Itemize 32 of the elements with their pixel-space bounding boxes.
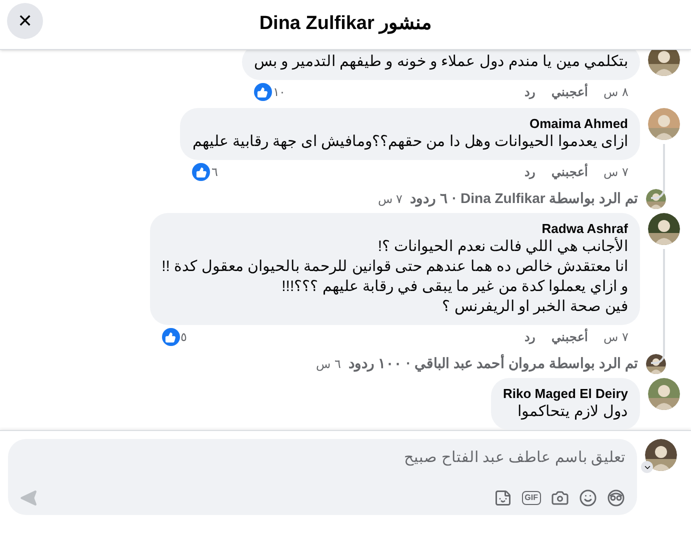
- like-link[interactable]: أعجبني: [552, 163, 588, 181]
- replies-age: ٦ س: [316, 356, 340, 372]
- replies-link[interactable]: تم الرد بواسطة Dina Zulfikar · ٦ ردود: [410, 188, 638, 209]
- camera-icon[interactable]: [551, 489, 569, 507]
- comment-text: بتكلمي مين يا مندم دول عملاء و خونه و طيفهم التدمير و بس: [254, 52, 628, 72]
- emoji-icon[interactable]: [579, 489, 597, 507]
- reply-link[interactable]: رد: [524, 328, 536, 346]
- comment-text: و ازاي يعملوا كدة من غير ما يبقى في رقابة عليهم ؟؟؟!!!: [280, 277, 628, 297]
- gif-button[interactable]: GIF: [522, 491, 541, 505]
- reply-link[interactable]: رد: [524, 163, 536, 181]
- comment-author[interactable]: Omaima Ahmed: [192, 116, 628, 132]
- like-link[interactable]: أعجبني: [552, 83, 588, 101]
- avatar-face-icon[interactable]: [607, 489, 625, 507]
- comment-text: فين صحة الخبر او الريفرنس ؟: [441, 297, 628, 317]
- replies-link[interactable]: تم الرد بواسطة مروان أحمد عبد الباقي · ١٠٠ ردود: [348, 353, 638, 374]
- window-title: منشور Dina Zulfikar: [259, 12, 432, 36]
- replies-age: ٧ س: [378, 190, 402, 208]
- comment-time[interactable]: ٧ س: [604, 163, 628, 181]
- comment-time[interactable]: ٧ س: [604, 328, 628, 346]
- comment-text: ازاى يعدموا الحيوانات وهل دا من حقهم؟؟ومافيش اى جهة رقابية عليهم: [192, 132, 628, 152]
- comment-text: انا معتقدش خالص ده هما عندهم حتى قوانين للرحمة بالحيوان معقول كدة !!: [162, 257, 628, 277]
- like-link[interactable]: أعجبني: [552, 328, 588, 346]
- close-button[interactable]: ✕: [7, 3, 43, 39]
- reply-link[interactable]: رد: [524, 83, 536, 101]
- comment-text: دول لازم يتحاكموا: [516, 402, 628, 422]
- chevron-badge-icon[interactable]: [641, 461, 653, 473]
- comment-author[interactable]: Radwa Ashraf: [162, 221, 628, 237]
- thread-line: [651, 144, 665, 199]
- comment-text: الأجانب هي اللي فالت نعدم الحيوانات ؟!: [376, 237, 628, 257]
- comment-time[interactable]: ٨ س: [604, 83, 628, 101]
- sticker-icon[interactable]: [494, 489, 512, 507]
- comment-author[interactable]: Riko Maged El Deiry: [503, 386, 628, 402]
